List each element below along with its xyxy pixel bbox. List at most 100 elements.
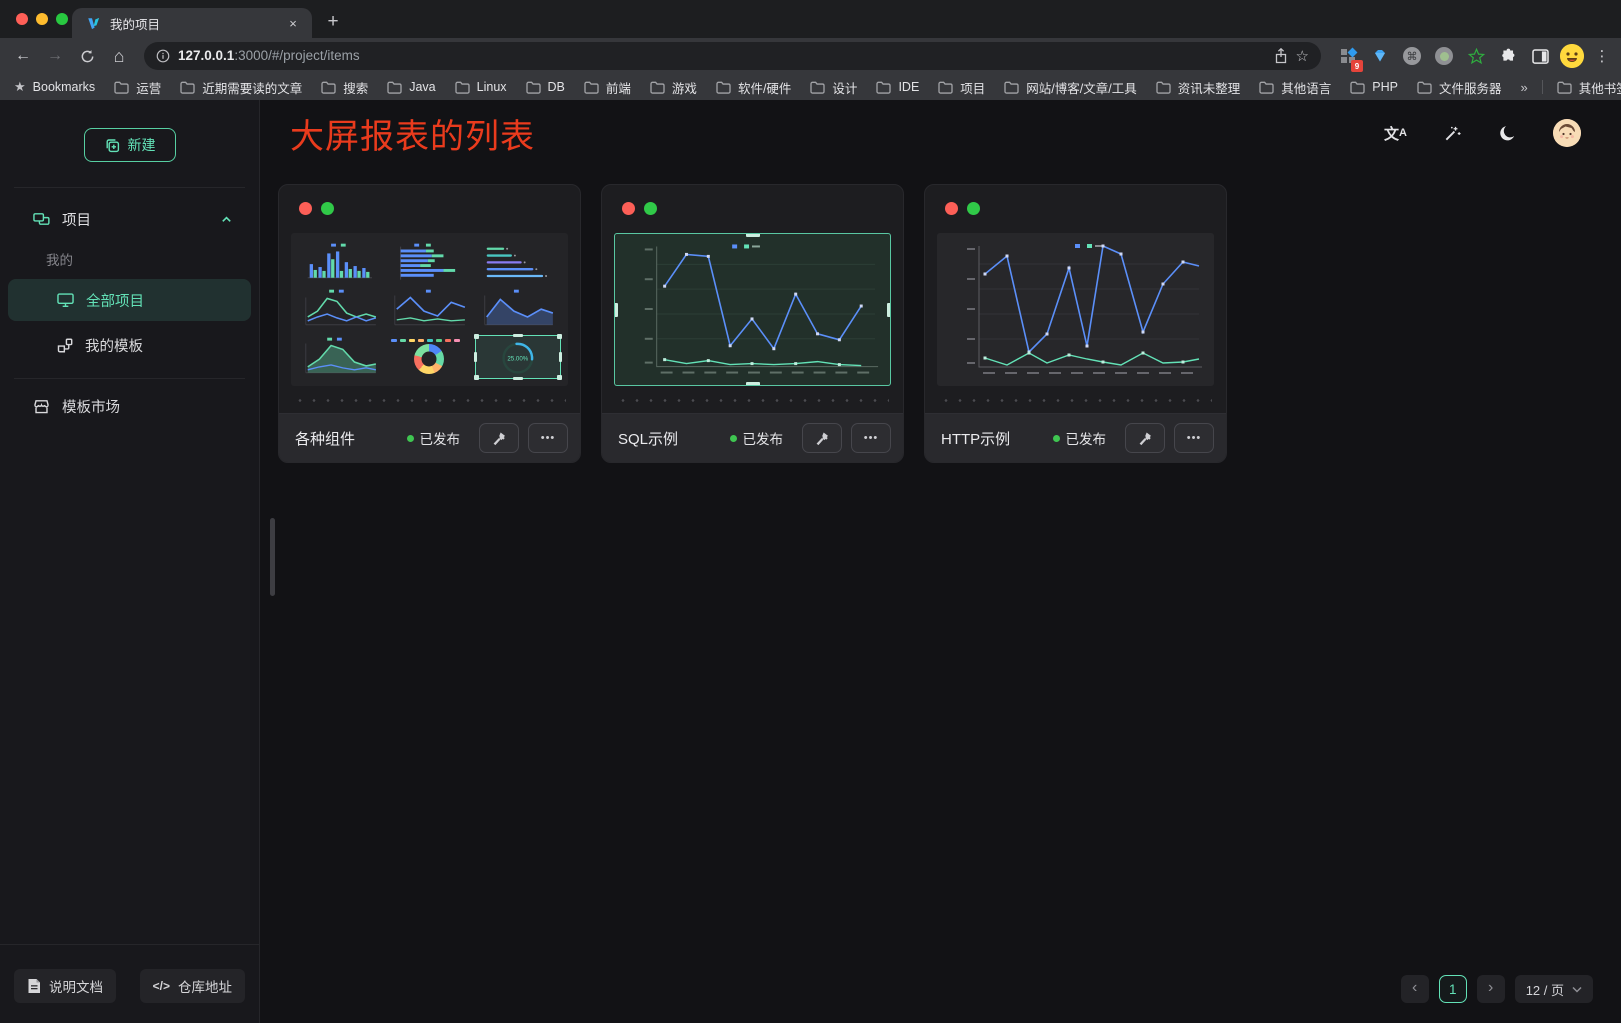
bookmark-folder[interactable]: 游戏 <box>650 78 697 97</box>
browser-tab[interactable]: 我的项目 × <box>72 8 312 38</box>
bookmark-folder[interactable]: 运营 <box>114 78 161 97</box>
project-card[interactable]: 25.00% 各种组件 已发布 ••• <box>278 184 581 463</box>
sidebar-item-template-market[interactable]: 模板市场 <box>0 383 259 429</box>
folder-icon <box>1259 81 1274 94</box>
chevron-up-icon[interactable] <box>220 213 233 226</box>
share-icon[interactable] <box>1274 48 1288 64</box>
status-dot <box>407 435 414 442</box>
edit-project-button[interactable] <box>1125 423 1165 453</box>
site-info-icon[interactable] <box>156 49 170 63</box>
extension-grid-icon[interactable]: 9 <box>1335 43 1361 69</box>
card-footer: SQL示例 已发布 ••• <box>602 413 903 462</box>
bookmark-folder[interactable]: PHP <box>1350 80 1398 94</box>
bookmark-folder[interactable]: 设计 <box>810 78 857 97</box>
create-project-button[interactable]: 新建 <box>84 128 176 162</box>
edit-project-button[interactable] <box>479 423 519 453</box>
bookmark-folder[interactable]: 项目 <box>938 78 985 97</box>
browser-menu-icon[interactable]: ⋮ <box>1591 47 1613 65</box>
bookmark-folder[interactable]: 近期需要读的文章 <box>180 78 302 97</box>
sidebar-divider <box>14 187 245 188</box>
tab-close-icon[interactable]: × <box>284 14 302 32</box>
project-card[interactable]: SQL示例 已发布 ••• <box>601 184 904 463</box>
sidebar-item-my-templates[interactable]: 我的模板 <box>8 324 251 366</box>
bookmark-folder[interactable]: 资讯未整理 <box>1156 78 1241 97</box>
close-window-button[interactable] <box>16 13 28 25</box>
status-badge: 已发布 <box>743 428 784 448</box>
project-card[interactable]: HTTP示例 已发布 ••• <box>924 184 1227 463</box>
prev-page-button[interactable]: ‹ <box>1401 975 1429 1003</box>
bookmark-folder[interactable]: 网站/博客/文章/工具 <box>1004 78 1136 97</box>
tab-title: 我的项目 <box>110 14 275 33</box>
folder-icon <box>180 81 195 94</box>
bookmark-folder[interactable]: Linux <box>455 80 507 94</box>
my-templates-label: 我的模板 <box>85 335 143 356</box>
bookmark-folder[interactable]: Java <box>387 80 435 94</box>
project-thumbnail[interactable] <box>614 233 891 386</box>
bookmark-folder[interactable]: 前端 <box>584 78 631 97</box>
scrollbar-thumb[interactable] <box>270 518 275 596</box>
minimize-window-button[interactable] <box>36 13 48 25</box>
language-icon[interactable]: 文A <box>1384 123 1407 144</box>
magic-wand-icon[interactable] <box>1443 124 1462 143</box>
bookmarks-overflow-icon[interactable]: » <box>1520 80 1527 95</box>
side-panel-icon[interactable] <box>1527 43 1553 69</box>
project-cards: 25.00% 各种组件 已发布 ••• <box>260 158 1621 463</box>
thumb-progress-gauge: 25.00% <box>475 335 561 379</box>
other-bookmarks[interactable]: 其他书签 <box>1557 78 1621 97</box>
repo-button[interactable]: </> 仓库地址 <box>140 969 245 1003</box>
address-bar[interactable]: 127.0.0.1:3000/#/project/items ☆ <box>144 42 1321 70</box>
section-project-label: 项目 <box>62 209 91 230</box>
bookmark-folder[interactable]: 软件/硬件 <box>716 78 791 97</box>
forward-icon[interactable]: → <box>40 41 70 71</box>
edit-project-button[interactable] <box>802 423 842 453</box>
thumb-area-chart <box>475 287 561 331</box>
extension-star-icon[interactable] <box>1463 43 1489 69</box>
dark-mode-moon-icon[interactable] <box>1498 124 1517 143</box>
bookmark-folder[interactable]: DB <box>526 80 565 94</box>
maximize-window-button[interactable] <box>56 13 68 25</box>
back-icon[interactable]: ← <box>8 41 38 71</box>
extension-gem-icon[interactable] <box>1367 43 1393 69</box>
page-size-select[interactable]: 12 / 页 <box>1515 975 1593 1003</box>
folder-icon <box>526 81 541 94</box>
more-actions-button[interactable]: ••• <box>851 423 891 453</box>
bookmark-folder[interactable]: 文件服务器 <box>1417 78 1502 97</box>
goview-favicon-icon <box>86 16 101 31</box>
profile-avatar[interactable] <box>1559 43 1585 69</box>
hammer-icon <box>1138 431 1153 446</box>
project-thumbnail[interactable]: 25.00% <box>291 233 568 386</box>
new-tab-button[interactable]: + <box>320 9 346 35</box>
svg-text:25.00%: 25.00% <box>508 355 529 362</box>
folder-icon <box>1350 81 1365 94</box>
user-avatar[interactable] <box>1553 119 1581 147</box>
bookmark-folder[interactable]: 其他语言 <box>1259 78 1331 97</box>
extensions-puzzle-icon[interactable] <box>1495 43 1521 69</box>
template-market-label: 模板市场 <box>62 396 120 417</box>
extension-command-icon[interactable]: ⌘ <box>1399 43 1425 69</box>
next-page-button[interactable]: › <box>1477 975 1505 1003</box>
folder-icon <box>387 81 402 94</box>
repo-label: 仓库地址 <box>178 976 232 996</box>
thumb-bar-chart <box>298 240 384 284</box>
sidebar-divider <box>14 378 245 379</box>
bookmark-folder[interactable]: 搜索 <box>321 78 368 97</box>
bookmark-folder[interactable]: IDE <box>876 80 919 94</box>
extension-record-icon[interactable] <box>1431 43 1457 69</box>
content-header: 大屏报表的列表 文A <box>260 100 1621 158</box>
status-badge: 已发布 <box>420 428 461 448</box>
bookmark-star-icon[interactable]: ☆ <box>1296 47 1309 65</box>
docs-label: 说明文档 <box>49 976 103 996</box>
more-actions-button[interactable]: ••• <box>1174 423 1214 453</box>
more-actions-button[interactable]: ••• <box>528 423 568 453</box>
sidebar-item-all-projects[interactable]: 全部项目 <box>8 279 251 321</box>
home-icon[interactable]: ⌂ <box>104 41 134 71</box>
docs-button[interactable]: 说明文档 <box>14 969 116 1003</box>
bookmarks-root[interactable]: ★Bookmarks <box>14 79 95 95</box>
project-thumbnail[interactable] <box>937 233 1214 386</box>
reload-icon[interactable] <box>72 41 102 71</box>
thumb-donut-chart <box>387 335 473 379</box>
sidebar-section-project[interactable]: 项目 <box>0 196 259 242</box>
sidebar: 新建 项目 我的 全部项目 <box>0 100 260 1023</box>
current-page-button[interactable]: 1 <box>1439 975 1467 1003</box>
card-red-dot <box>622 202 635 215</box>
